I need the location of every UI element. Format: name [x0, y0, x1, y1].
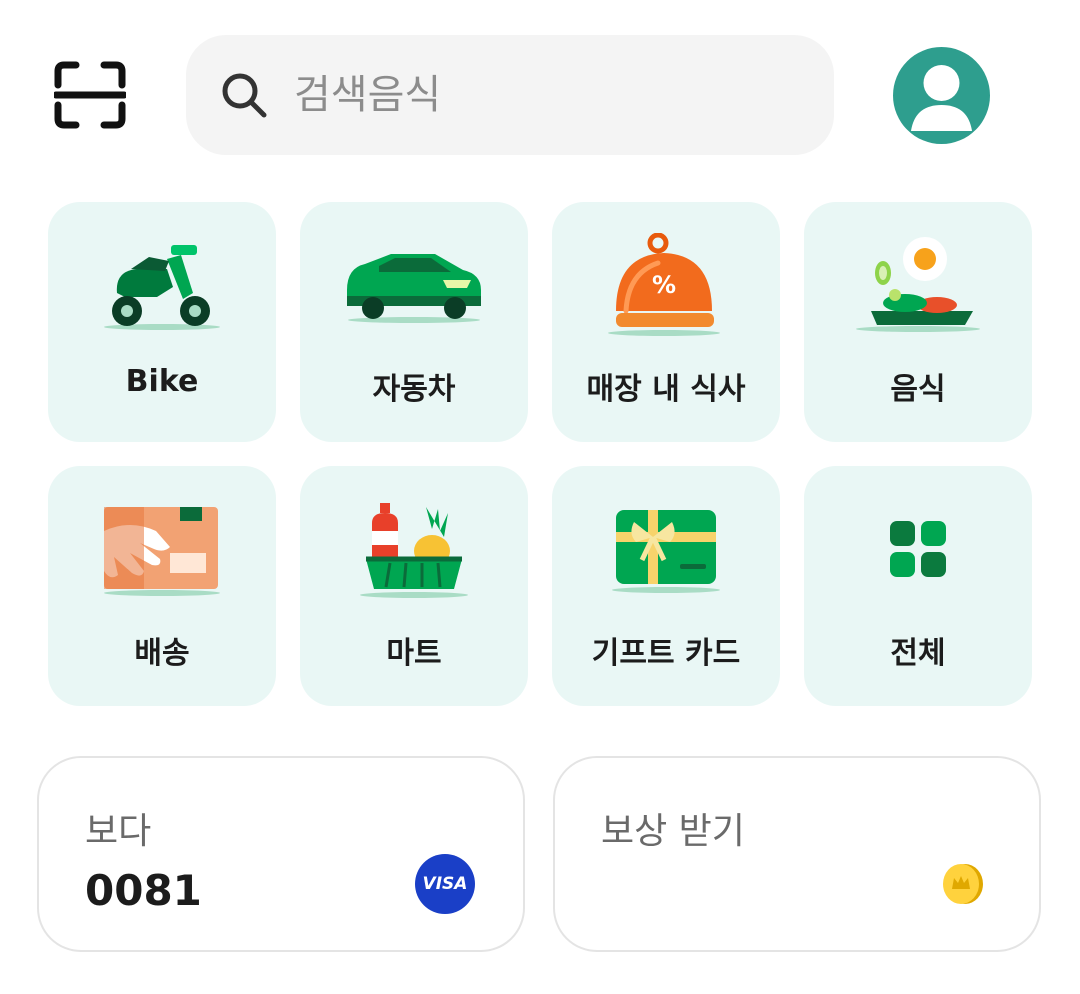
- service-tile-car[interactable]: 자동차: [300, 202, 528, 442]
- service-label: 자동차: [372, 372, 456, 407]
- visa-icon: VISA: [415, 854, 475, 914]
- payment-card[interactable]: 보다 0081 VISA: [37, 756, 525, 952]
- all-grid-icon: [804, 494, 1032, 604]
- scan-button[interactable]: [52, 60, 128, 130]
- user-icon: [911, 65, 972, 131]
- service-label: Bike: [125, 364, 199, 399]
- delivery-box-icon: [48, 494, 276, 604]
- grocery-basket-icon: [300, 494, 528, 604]
- service-tile-food[interactable]: 음식: [804, 202, 1032, 442]
- payment-card-title: 보다: [85, 811, 152, 852]
- dine-in-cloche-icon: %: [552, 230, 780, 340]
- service-tile-delivery[interactable]: 배송: [48, 466, 276, 706]
- service-label: 전체: [890, 636, 946, 671]
- service-label: 음식: [890, 372, 946, 407]
- search-icon: [220, 70, 270, 120]
- search-input[interactable]: [292, 71, 796, 119]
- rewards-card[interactable]: 보상 받기: [553, 756, 1041, 952]
- car-icon: [300, 230, 528, 340]
- service-tile-mart[interactable]: 마트: [300, 466, 528, 706]
- payment-card-number: 0081: [85, 866, 202, 915]
- coin-icon: [943, 864, 983, 904]
- service-label: 배송: [134, 636, 190, 671]
- service-label: 마트: [386, 636, 442, 671]
- service-tile-gift-card[interactable]: 기프트 카드: [552, 466, 780, 706]
- service-tile-bike[interactable]: Bike: [48, 202, 276, 442]
- service-tile-all[interactable]: 전체: [804, 466, 1032, 706]
- service-tile-dine-in[interactable]: % 매장 내 식사: [552, 202, 780, 442]
- search-bar[interactable]: [186, 35, 834, 155]
- motorbike-icon: [48, 230, 276, 340]
- svg-text:%: %: [652, 271, 676, 299]
- home-screen: Bike 자동차 % 매장: [0, 0, 1080, 994]
- rewards-card-title: 보상 받기: [601, 811, 745, 852]
- gift-card-icon: [552, 494, 780, 604]
- service-label: 기프트 카드: [591, 636, 741, 671]
- service-label: 매장 내 식사: [586, 372, 746, 407]
- scan-icon: [54, 61, 126, 129]
- food-plate-icon: [804, 230, 1032, 340]
- profile-avatar[interactable]: [893, 47, 990, 144]
